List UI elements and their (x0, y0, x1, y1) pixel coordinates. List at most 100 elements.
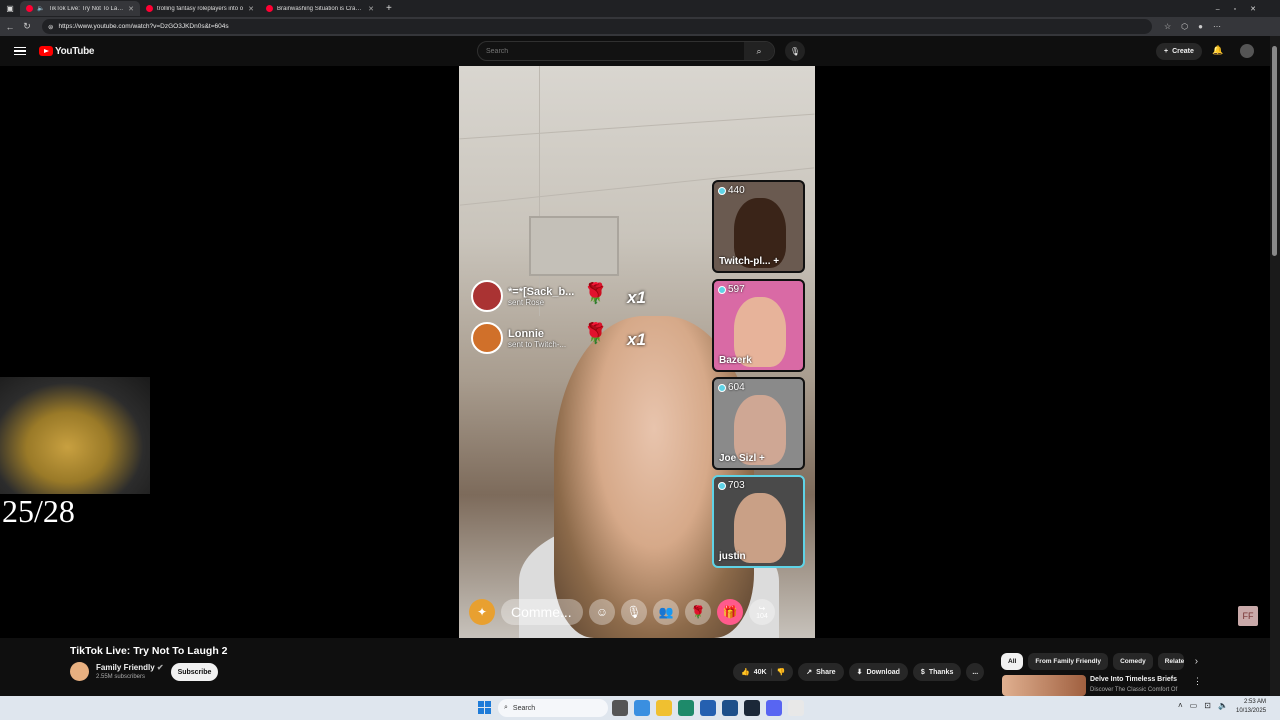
video-player[interactable]: *=*[Sack_b... sent Rose 🌹 x1 Lonnie sent… (0, 66, 1270, 638)
windows-start-icon[interactable] (478, 701, 491, 714)
tiktok-bottom-bar: ✦ Comme... ☺ 🎙 👥 🌹 🎁 ↪ 104 (469, 596, 809, 628)
close-tab-icon[interactable]: ✕ (248, 5, 254, 13)
clock-time: 2:53 AM (1244, 699, 1267, 705)
comment-field[interactable]: Comme... (501, 599, 583, 625)
youtube-favicon-icon (146, 5, 153, 12)
guests-icon[interactable]: 👥 (653, 599, 679, 625)
thanks-icon: $ (920, 668, 925, 676)
download-button[interactable]: ⬇ Download (848, 663, 908, 681)
search-input[interactable] (478, 47, 744, 55)
store-icon[interactable] (700, 700, 716, 716)
youtube-play-icon (39, 46, 53, 56)
taskbar-clock[interactable]: 2:53 AM 10/13/2025 (1236, 698, 1266, 716)
page-scrollbar[interactable] (1270, 36, 1280, 696)
gift-sender-avatar (471, 322, 503, 354)
discord-icon[interactable] (766, 700, 782, 716)
tab-tiktok-live[interactable]: 🔈 TikTok Live: Try Not To Laugh ✕ (20, 1, 140, 16)
bookmark-star-icon[interactable]: ☆ (1164, 22, 1171, 31)
thanks-button[interactable]: $ Thanks (912, 663, 962, 681)
taskbar-apps (612, 700, 804, 716)
participant-card[interactable]: 597 Bazerk (712, 279, 805, 372)
network-icon[interactable]: ⊡ (1204, 701, 1211, 710)
back-icon[interactable]: ← (3, 22, 17, 32)
participant-card[interactable]: 604 Joe Sizl + (712, 377, 805, 470)
like-button[interactable]: 👍 40K | 👎 (733, 663, 794, 681)
copilot-icon[interactable] (634, 700, 650, 716)
more-vert-icon[interactable]: ⋮ (1193, 676, 1202, 687)
participant-card[interactable]: 440 Twitch-pl... + (712, 180, 805, 273)
display-icon[interactable]: ▭ (1190, 701, 1198, 710)
profile-icon[interactable]: ● (1198, 22, 1203, 31)
youtube-favicon-icon (26, 5, 33, 12)
subscribe-button[interactable]: Subscribe (171, 663, 218, 681)
account-avatar[interactable] (1240, 44, 1254, 58)
outlook-icon[interactable] (722, 700, 738, 716)
chip-from-family-friendly[interactable]: From Family Friendly (1028, 653, 1109, 670)
volume-icon[interactable]: 🔈 (1218, 701, 1228, 710)
youtube-logo[interactable]: YouTube (39, 46, 95, 57)
channel-name[interactable]: Family Friendly ✔ (96, 663, 164, 672)
tab-brainwashing[interactable]: Brainwashing Situation is Crazy - ✕ (260, 1, 380, 16)
download-label: Download (866, 668, 900, 676)
participant-score: 703 (718, 480, 745, 491)
rose-gift-icon[interactable]: 🌹 (685, 599, 711, 625)
share-button[interactable]: ↪ 104 (749, 599, 775, 625)
chevron-right-icon[interactable]: › (1195, 656, 1198, 667)
tab-trolling[interactable]: trolling fantasy roleplayers into o ✕ (140, 1, 260, 16)
browser-toolbar-icons: ☆ ⬡ ● ⋯ (1164, 22, 1221, 31)
scrollbar-thumb[interactable] (1272, 46, 1277, 256)
tab-title: Brainwashing Situation is Crazy - (277, 5, 365, 12)
ceiling-vent (529, 216, 619, 276)
download-icon: ⬇ (856, 669, 863, 676)
taskbar-search-label: Search (512, 704, 536, 712)
recommendation-title[interactable]: Delve Into Timeless Briefs (1090, 676, 1177, 683)
url-field[interactable]: ⊜ https://www.youtube.com/watch?v=DzGO3J… (42, 19, 1152, 34)
window-controls[interactable]: –▫✕ (1216, 5, 1270, 13)
create-button[interactable]: + Create (1156, 43, 1202, 60)
mute-icon[interactable]: 🔈 (37, 5, 44, 12)
participant-score: 597 (718, 284, 745, 295)
recommendation-thumbnail[interactable] (1002, 675, 1086, 696)
browser-tab-bar: ▣ 🔈 TikTok Live: Try Not To Laugh ✕ trol… (0, 0, 1280, 17)
more-actions-button[interactable]: ... (966, 663, 985, 681)
chrome-icon[interactable] (788, 700, 804, 716)
voice-search-button[interactable]: 🎙 (785, 41, 805, 61)
search-button[interactable]: ⌕ (744, 42, 774, 60)
video-frame[interactable]: *=*[Sack_b... sent Rose 🌹 x1 Lonnie sent… (459, 66, 815, 638)
chip-all[interactable]: All (1001, 653, 1024, 670)
share-count: 104 (756, 613, 768, 620)
channel-watermark-icon[interactable]: FF (1238, 606, 1258, 626)
gift-notification: Lonnie sent to Twitch-... (471, 321, 681, 355)
taskbar-search[interactable]: ⌕ Search (498, 699, 608, 717)
participant-card[interactable]: 703 justin (712, 475, 805, 568)
chip-comedy[interactable]: Comedy (1113, 653, 1153, 670)
thumbs-down-icon[interactable]: 👎 (777, 668, 786, 676)
notifications-bell-icon[interactable]: 🔔 (1212, 45, 1223, 56)
site-info-icon[interactable]: ⊜ (48, 23, 53, 31)
task-view-icon[interactable] (612, 700, 628, 716)
close-tab-icon[interactable]: ✕ (128, 5, 134, 13)
menu-icon[interactable] (14, 46, 26, 56)
participant-name: Bazerk (719, 355, 752, 366)
tab-actions-icon[interactable]: ▣ (0, 4, 20, 13)
new-tab-button[interactable]: + (386, 3, 392, 14)
edge-browser-icon[interactable] (678, 700, 694, 716)
reload-icon[interactable]: ↻ (20, 21, 34, 32)
chip-related[interactable]: Relate (1157, 653, 1184, 670)
participant-name: Joe Sizl + (719, 453, 765, 464)
gift-box-icon[interactable]: 🎁 (717, 599, 743, 625)
menu-dots-icon[interactable]: ⋯ (1213, 22, 1221, 31)
share-button[interactable]: ↗ Share (798, 663, 844, 681)
tray-chevron-icon[interactable]: ˄ (1178, 701, 1183, 710)
close-tab-icon[interactable]: ✕ (368, 5, 374, 13)
emoji-icon[interactable]: ☺ (589, 599, 615, 625)
file-explorer-icon[interactable] (656, 700, 672, 716)
plus-icon: + (1164, 48, 1169, 55)
explore-icon[interactable]: ✦ (469, 599, 495, 625)
extensions-icon[interactable]: ⬡ (1181, 22, 1188, 31)
channel-avatar[interactable] (70, 662, 89, 681)
microphone-icon: 🎙 (789, 46, 801, 56)
steam-icon[interactable] (744, 700, 760, 716)
microphone-icon[interactable]: 🎙 (621, 599, 647, 625)
participant-name: Twitch-pl... + (719, 256, 780, 267)
